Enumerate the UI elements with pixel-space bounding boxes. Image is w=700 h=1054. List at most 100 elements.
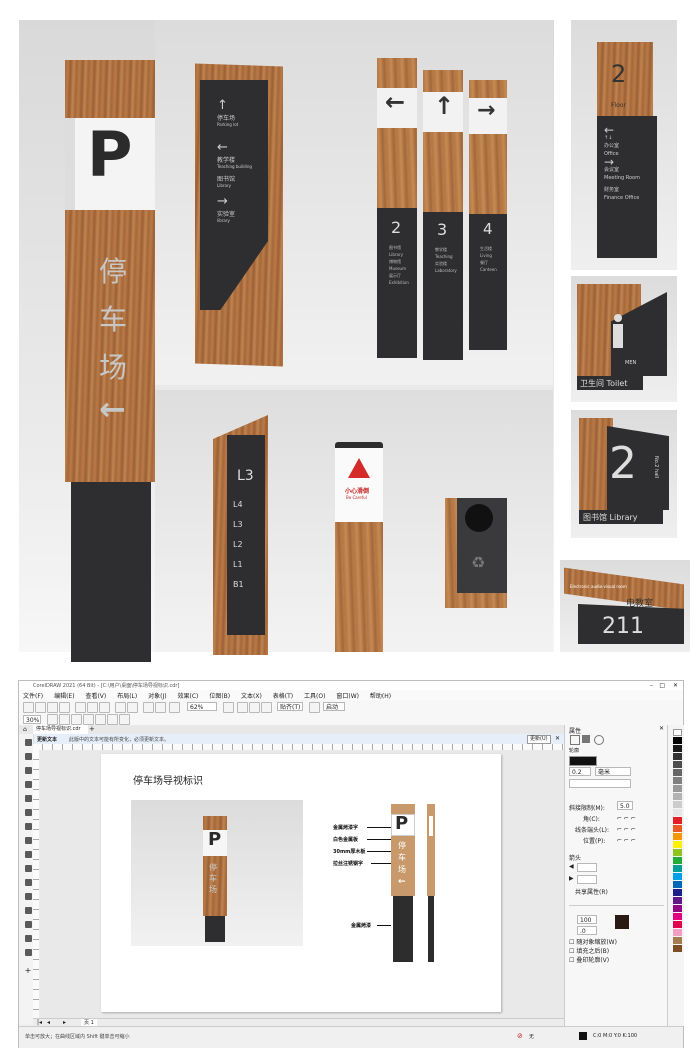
import-icon[interactable] [143, 702, 154, 713]
zoom-level-field[interactable]: 62% [187, 702, 217, 711]
outline-tab-icon[interactable] [570, 735, 580, 745]
launch-dropdown[interactable]: 启动 [323, 702, 345, 711]
palette-swatch[interactable] [673, 753, 682, 760]
palette-swatch[interactable] [673, 849, 682, 856]
palette-swatch[interactable] [673, 793, 682, 800]
new-tab-button[interactable]: + [89, 725, 95, 733]
overprint-outline-checkbox[interactable]: ☐ 叠印轮廓(V) [569, 955, 609, 964]
palette-swatch[interactable] [673, 801, 682, 808]
options-gear-icon[interactable] [309, 702, 320, 713]
fill-tab-icon[interactable] [582, 735, 590, 743]
palette-swatch[interactable] [673, 937, 682, 944]
line-style-dropdown[interactable] [569, 779, 631, 788]
zoom-page-icon[interactable] [95, 714, 106, 725]
next-page-icon[interactable]: ▸ [63, 1019, 66, 1026]
end-arrow-icon[interactable]: ▶ [569, 875, 574, 882]
prop-zoom-field[interactable]: 30% [23, 715, 41, 724]
home-icon[interactable]: ⌂ [23, 726, 27, 733]
menu-tools[interactable]: 工具(O) [304, 691, 325, 700]
start-arrow-dropdown[interactable] [577, 863, 597, 872]
paste-icon[interactable] [99, 702, 110, 713]
miter-limit-field[interactable]: 5.0 [617, 801, 633, 810]
guidelines-icon[interactable] [261, 702, 272, 713]
palette-swatch[interactable] [673, 913, 682, 920]
palette-swatch[interactable] [673, 729, 682, 736]
zoom-selected-icon[interactable] [71, 714, 82, 725]
close-button[interactable]: ✕ [673, 682, 678, 689]
outline-width-field[interactable]: 0.2 mm [569, 767, 591, 785]
save-icon[interactable] [47, 702, 58, 713]
menu-view[interactable]: 查看(V) [85, 691, 106, 700]
palette-swatch[interactable] [673, 817, 682, 824]
document-tab[interactable]: 停车场导视标识.cdr [33, 725, 88, 734]
corner-style-icons[interactable]: ⌐ ⌐ ⌐ ⌐ ⌐ ⌐ ⌐ ⌐ ⌐ [617, 813, 636, 846]
end-arrow-dropdown[interactable] [577, 875, 597, 884]
palette-swatch[interactable] [673, 841, 682, 848]
maximize-button[interactable]: □ [659, 682, 665, 689]
palette-swatch[interactable] [673, 857, 682, 864]
palette-swatch[interactable] [673, 945, 682, 952]
publish-pdf-icon[interactable] [169, 702, 180, 713]
grid-icon[interactable] [249, 702, 260, 713]
cut-icon[interactable] [75, 702, 86, 713]
redo-icon[interactable] [127, 702, 138, 713]
copy-icon[interactable] [87, 702, 98, 713]
menu-file[interactable]: 文件(F) [23, 691, 43, 700]
open-icon[interactable] [35, 702, 46, 713]
start-arrow-icon[interactable]: ◀ [569, 863, 574, 870]
palette-swatch[interactable] [673, 825, 682, 832]
palette-swatch[interactable] [673, 761, 682, 768]
menu-help[interactable]: 帮助(H) [370, 691, 391, 700]
zoom-out-icon[interactable] [59, 714, 70, 725]
stretch-field[interactable]: 100 [577, 915, 597, 924]
menu-object[interactable]: 对象(J) [148, 691, 166, 700]
palette-swatch[interactable] [673, 889, 682, 896]
palette-swatch[interactable] [673, 809, 682, 816]
palette-swatch[interactable] [673, 777, 682, 784]
menu-window[interactable]: 窗口(W) [336, 691, 359, 700]
palette-swatch[interactable] [673, 881, 682, 888]
undo-icon[interactable] [115, 702, 126, 713]
outline-color-swatch[interactable] [569, 756, 597, 766]
angle-field[interactable]: .0 [577, 926, 597, 935]
palette-swatch[interactable] [673, 865, 682, 872]
menu-text[interactable]: 文本(X) [241, 691, 262, 700]
unit-dropdown[interactable]: 毫米 [595, 767, 631, 776]
close-notice-icon[interactable]: ✕ [555, 735, 560, 742]
zoom-all-icon[interactable] [83, 714, 94, 725]
menu-table[interactable]: 表格(T) [273, 691, 293, 700]
menu-layout[interactable]: 布局(L) [117, 691, 137, 700]
menu-bitmaps[interactable]: 位图(B) [209, 691, 230, 700]
minimize-button[interactable]: – [650, 682, 653, 689]
behind-fill-checkbox[interactable]: ☐ 填充之后(B) [569, 946, 609, 955]
docker-close-icon[interactable]: ✕ [659, 725, 664, 732]
new-icon[interactable] [23, 702, 34, 713]
palette-swatch[interactable] [673, 921, 682, 928]
zoom-height-icon[interactable] [119, 714, 130, 725]
snap-to-dropdown[interactable]: 贴齐(T) [277, 702, 303, 711]
palette-swatch[interactable] [673, 833, 682, 840]
update-text-button[interactable]: 更新(U) [527, 735, 551, 744]
palette-swatch[interactable] [673, 929, 682, 936]
scale-with-object-checkbox[interactable]: ☐ 随对象缩放(W) [569, 937, 617, 946]
palette-swatch[interactable] [673, 745, 682, 752]
palette-swatch[interactable] [673, 737, 682, 744]
zoom-in-icon[interactable] [47, 714, 58, 725]
canvas-area[interactable]: 停车场导视标识 P 停车场 金属烤漆字 白色金属板 30mm厚木板 拉丝注锈钢字… [39, 750, 564, 1018]
transparency-tab-icon[interactable] [594, 735, 604, 745]
palette-swatch[interactable] [673, 873, 682, 880]
first-page-icon[interactable]: |◂ [37, 1019, 42, 1026]
export-icon[interactable] [155, 702, 166, 713]
prev-page-icon[interactable]: ◂ [47, 1019, 50, 1026]
full-screen-icon[interactable] [223, 702, 234, 713]
print-icon[interactable] [59, 702, 70, 713]
menu-edit[interactable]: 编辑(E) [54, 691, 74, 700]
rulers-icon[interactable] [237, 702, 248, 713]
page-tab[interactable]: 页 1 [81, 1019, 97, 1026]
palette-swatch[interactable] [673, 905, 682, 912]
palette-swatch[interactable] [673, 897, 682, 904]
palette-swatch[interactable] [673, 769, 682, 776]
zoom-width-icon[interactable] [107, 714, 118, 725]
menu-effects[interactable]: 效果(C) [178, 691, 199, 700]
palette-swatch[interactable] [673, 785, 682, 792]
